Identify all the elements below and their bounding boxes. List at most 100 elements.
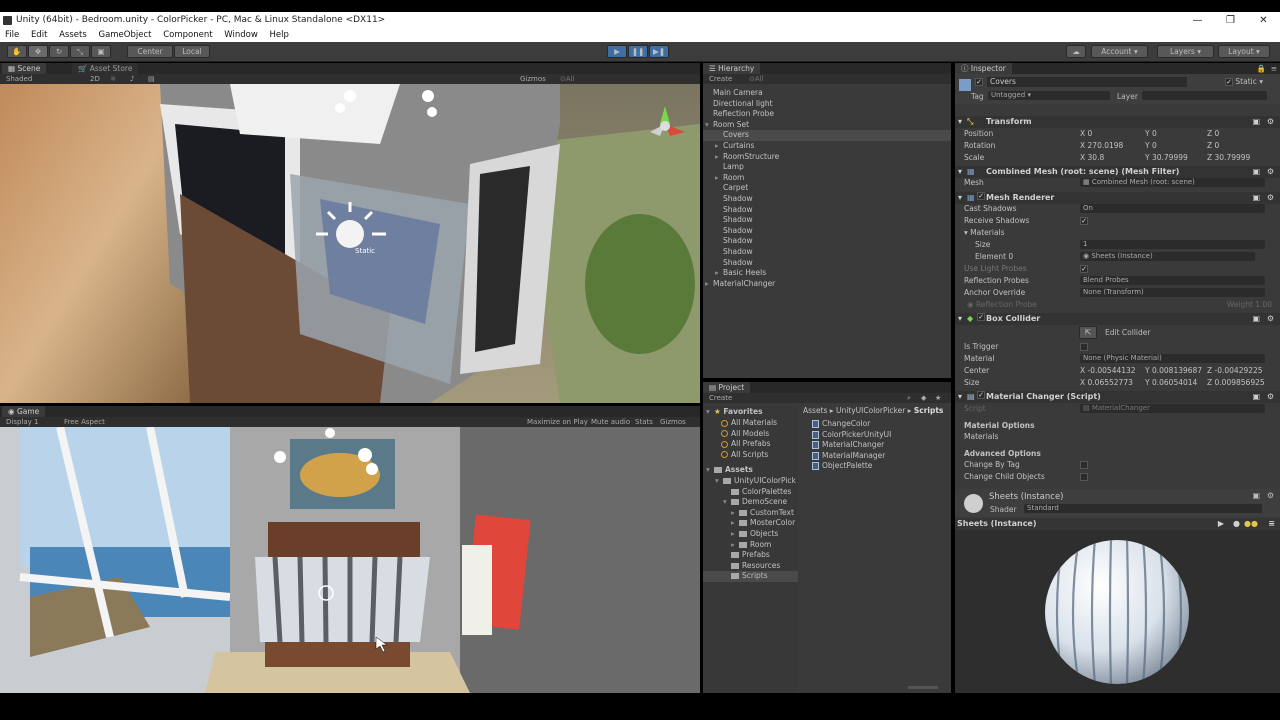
mesh-field[interactable]: ▦ Combined Mesh (root: scene) (1080, 178, 1265, 187)
preview-play-icon[interactable]: ▶ (1218, 518, 1224, 530)
preview-menu-icon[interactable]: ≡ (1268, 518, 1275, 530)
search-icon[interactable]: ⌕ (907, 393, 911, 403)
collider-material-field[interactable]: None (Physic Material) (1080, 354, 1265, 363)
folder-item[interactable]: ▸ MosterColor (703, 518, 798, 529)
element0-field[interactable]: ◉ Sheets (Instance) (1080, 252, 1255, 261)
stats-toggle[interactable]: Stats (635, 417, 653, 427)
hierarchy-search-input[interactable]: ⊙All (749, 74, 764, 84)
hierarchy-item[interactable]: Shadow (703, 205, 951, 216)
pivot-local-button[interactable]: Local (174, 45, 210, 58)
hierarchy-item[interactable]: Carpet (703, 183, 951, 194)
game-gizmos-dropdown[interactable]: Gizmos (660, 417, 686, 427)
expand-arrow-icon[interactable]: ▸ (731, 518, 739, 529)
shader-dropdown[interactable]: Standard (1024, 504, 1262, 513)
script-file-item[interactable]: MaterialChanger (800, 440, 951, 451)
menu-help[interactable]: Help (269, 30, 288, 40)
game-viewport[interactable] (0, 427, 700, 693)
maximize-icon[interactable]: ❐ (1214, 12, 1247, 29)
folder-item[interactable]: ColorPalettes (703, 487, 798, 498)
tab-asset-store[interactable]: 🛒 Asset Store (72, 63, 139, 74)
folder-item[interactable]: ▸ CustomText (703, 508, 798, 519)
script-file-item[interactable]: ObjectPalette (800, 461, 951, 472)
expand-arrow-icon[interactable]: ▸ (715, 152, 723, 163)
pivot-center-button[interactable]: Center (127, 45, 173, 58)
hierarchy-item[interactable]: Shadow (703, 258, 951, 269)
favorite-item[interactable]: All Materials (703, 418, 798, 429)
lighting-toggle-icon[interactable]: ☼ (110, 74, 116, 84)
active-checkbox[interactable]: ✓ (975, 78, 983, 86)
panel-menu-icon[interactable]: ≡ (1271, 63, 1277, 74)
layer-dropdown[interactable] (1142, 91, 1267, 100)
tab-inspector[interactable]: ⓘ Inspector (955, 63, 1012, 74)
folder-item[interactable]: ▾ DemoScene (703, 497, 798, 508)
scale-x-input[interactable]: 30.8 (1088, 153, 1105, 162)
tab-scene[interactable]: ▦ Scene (2, 63, 47, 74)
expand-arrow-icon[interactable]: ▾ (715, 476, 723, 487)
hierarchy-item[interactable]: ▸ Curtains (703, 141, 951, 152)
tab-project[interactable]: ▤ Project (703, 382, 751, 393)
expand-arrow-icon[interactable]: ▾ (705, 120, 713, 131)
breadcrumb-scripts[interactable]: Scripts (914, 406, 944, 415)
menu-component[interactable]: Component (163, 30, 212, 40)
hierarchy-item[interactable]: Shadow (703, 226, 951, 237)
aspect-dropdown[interactable]: Free Aspect (64, 417, 105, 427)
rotation-z-input[interactable]: 0 (1215, 141, 1220, 150)
hierarchy-item[interactable]: Directional light (703, 99, 951, 110)
tag-dropdown[interactable]: Untagged ▾ (988, 91, 1110, 100)
layers-dropdown[interactable]: Layers ▾ (1157, 45, 1214, 58)
step-button[interactable]: ▶❚ (649, 45, 669, 58)
hierarchy-item[interactable]: Shadow (703, 236, 951, 247)
scale-y-input[interactable]: 30.79999 (1152, 153, 1188, 162)
hierarchy-item[interactable]: Covers (703, 130, 951, 141)
expand-arrow-icon[interactable]: ▸ (715, 173, 723, 184)
position-z-input[interactable]: 0 (1215, 129, 1220, 138)
rotation-x-input[interactable]: 270.0198 (1088, 141, 1124, 150)
expand-arrow-icon[interactable]: ▸ (705, 279, 713, 290)
breadcrumb-colorpicker[interactable]: UnityUIColorPicker (836, 406, 905, 415)
hierarchy-item[interactable]: Shadow (703, 215, 951, 226)
edit-collider-icon[interactable]: ⇱ (1079, 326, 1097, 339)
hand-tool-icon[interactable]: ✋ (7, 45, 27, 58)
scene-gizmos-dropdown[interactable]: Gizmos (520, 74, 546, 84)
change-by-tag-checkbox[interactable] (1080, 461, 1088, 469)
hierarchy-item[interactable]: Lamp (703, 162, 951, 173)
label-filter-icon[interactable]: ◆ (921, 393, 926, 403)
favorite-item[interactable]: All Models (703, 429, 798, 440)
display-dropdown[interactable]: Display 1 (6, 417, 38, 427)
favorites-header[interactable]: ▾ ★ Favorites (703, 407, 798, 418)
script-file-item[interactable]: ChangeColor (800, 419, 951, 430)
close-icon[interactable]: ✕ (1247, 12, 1280, 29)
receive-shadows-checkbox[interactable]: ✓ (1080, 217, 1088, 225)
effects-toggle-icon[interactable]: ▤ (148, 74, 155, 84)
expand-arrow-icon[interactable]: ▸ (715, 141, 723, 152)
favorite-item[interactable]: All Prefabs (703, 439, 798, 450)
hierarchy-item[interactable]: ▾ Room Set (703, 120, 951, 131)
center-x-input[interactable]: -0.00544132 (1088, 366, 1136, 375)
layout-dropdown[interactable]: Layout ▾ (1218, 45, 1270, 58)
shading-dropdown[interactable]: Shaded (6, 74, 32, 84)
settings-gear-icon[interactable]: ⚙ (1267, 491, 1274, 500)
materials-row[interactable]: ▾ Materials (955, 227, 1280, 239)
hierarchy-item[interactable]: ▸ Basic Heels (703, 268, 951, 279)
hierarchy-item[interactable]: ▸ MaterialChanger (703, 279, 951, 290)
help-icon[interactable]: ▣ (1252, 491, 1260, 500)
menu-gameobject[interactable]: GameObject (98, 30, 151, 40)
minimize-icon[interactable]: — (1181, 12, 1214, 29)
material-preview-sphere[interactable] (1043, 538, 1191, 686)
mode-2d-button[interactable]: 2D (90, 74, 100, 84)
menu-assets[interactable]: Assets (59, 30, 87, 40)
hierarchy-item[interactable]: ▸ RoomStructure (703, 152, 951, 163)
cloud-icon[interactable]: ☁ (1066, 45, 1086, 58)
expand-arrow-icon[interactable]: ▾ (723, 497, 731, 508)
position-x-input[interactable]: 0 (1088, 129, 1093, 138)
size-x-input[interactable]: 0.06552773 (1088, 378, 1133, 387)
pause-button[interactable]: ❚❚ (628, 45, 648, 58)
reflection-probes-dropdown[interactable]: Blend Probes (1080, 276, 1265, 285)
script-file-item[interactable]: ColorPickerUnityUI (800, 430, 951, 441)
preview-shape-icon[interactable]: ●● (1244, 518, 1258, 530)
preview-light-icon[interactable]: ● (1233, 518, 1240, 530)
center-z-input[interactable]: -0.00429225 (1215, 366, 1263, 375)
folder-item[interactable]: ▸ Objects (703, 529, 798, 540)
size-z-input[interactable]: 0.009856925 (1215, 378, 1265, 387)
folder-item[interactable]: Scripts (703, 571, 798, 582)
